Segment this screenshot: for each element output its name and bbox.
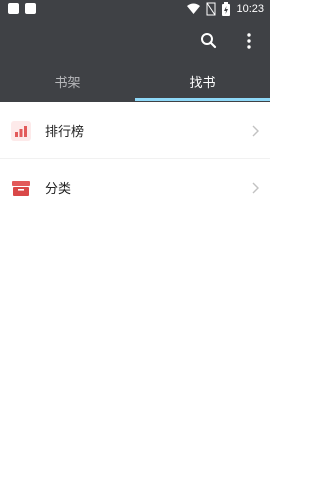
tab-find-books[interactable]: 找书	[135, 60, 270, 102]
tab-bar: 书架 找书	[0, 60, 270, 102]
tab-indicator	[135, 98, 270, 101]
chevron-right-icon	[252, 125, 259, 136]
status-icons: 10:23	[187, 2, 264, 16]
clock: 10:23	[236, 3, 264, 15]
more-vert-icon[interactable]	[240, 30, 258, 52]
no-signal-icon	[206, 2, 216, 16]
tab-label: 书架	[54, 75, 81, 91]
ranking-chart-icon	[11, 120, 31, 141]
search-icon[interactable]	[198, 30, 220, 52]
tab-label: 找书	[189, 75, 216, 91]
notification-square-icon	[25, 3, 36, 14]
list-item-label: 排行榜	[45, 125, 85, 140]
chevron-right-icon	[252, 182, 259, 193]
category-box-icon	[12, 180, 30, 196]
list-item-ranking[interactable]: 排行榜	[0, 102, 270, 159]
list-item-category[interactable]: 分类	[0, 159, 270, 216]
status-bar: 10:23	[0, 0, 270, 20]
notification-icons	[8, 3, 36, 14]
wifi-icon	[187, 3, 201, 14]
battery-charging-icon	[222, 2, 231, 16]
tab-bookshelf[interactable]: 书架	[0, 60, 135, 102]
notification-square-icon	[8, 3, 19, 14]
list-item-label: 分类	[45, 182, 72, 197]
menu-list: 排行榜 分类	[0, 102, 270, 216]
toolbar	[0, 20, 270, 60]
